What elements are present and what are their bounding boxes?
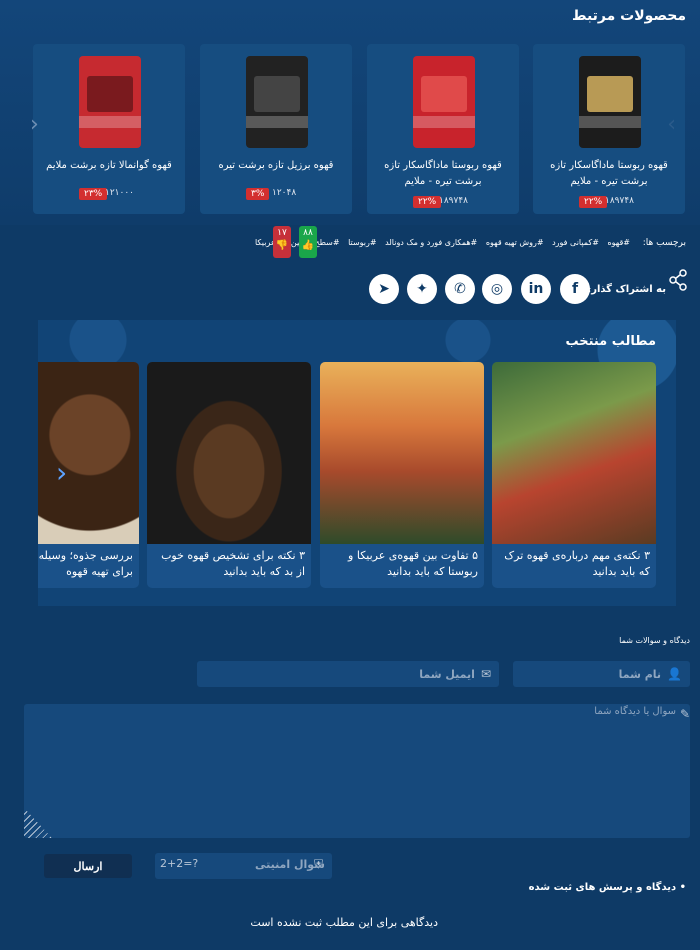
- envelope-icon: ✉: [480, 667, 491, 681]
- post-image[interactable]: [492, 362, 656, 544]
- tag-link[interactable]: #ربوستا: [348, 238, 376, 247]
- post-card[interactable]: ۳ نکته برای تشخیص قهوه خوب از بد که باید…: [147, 362, 311, 588]
- discount-badge: ۲۲%: [579, 196, 608, 208]
- tag-link[interactable]: #کمپانی فورد: [552, 238, 599, 247]
- related-products-title: محصولات مرتبط: [571, 8, 686, 24]
- comments-form-heading: دیدگاه و سوالات شما: [619, 636, 690, 645]
- product-card[interactable]: قهوه گوانمالا تازه برشت ملایم ۲۳% ۱۲۱۰۰۰: [33, 44, 185, 214]
- product-name[interactable]: قهوه برزیل تازه برشت تیره: [206, 158, 346, 174]
- product-card[interactable]: قهوه برزیل تازه برشت تیره ۳% ۱۲۰۴۸: [200, 44, 352, 214]
- share-label: به اشتراک گذاری:: [578, 284, 666, 295]
- product-price: ۱۸۹۷۴۸: [605, 196, 635, 206]
- chevron-left-icon[interactable]: ‹: [56, 456, 67, 489]
- post-image[interactable]: [38, 362, 139, 544]
- post-title[interactable]: ۳ نکته‌ی مهم درباره‌ی قهوه ترک که باید ب…: [496, 548, 650, 580]
- post-image[interactable]: [320, 362, 484, 544]
- comments-list-title: • دیدگاه و پرسش های ثبت شده: [528, 882, 686, 893]
- post-title[interactable]: بررسی جذوه؛ وسیله‌ای کلاسیک برای تهیه قه…: [38, 548, 133, 580]
- post-card[interactable]: بررسی جذوه؛ وسیله‌ای کلاسیک برای تهیه قه…: [38, 362, 139, 588]
- instagram-icon[interactable]: ◎: [482, 274, 512, 304]
- thumbs-up-icon: 👍: [301, 240, 315, 251]
- product-image[interactable]: [79, 56, 141, 148]
- whatsapp-icon[interactable]: ✆: [445, 274, 475, 304]
- tags-label: برچسب ها:: [642, 238, 686, 248]
- product-price: ۱۸۹۷۴۸: [439, 196, 469, 206]
- post-image[interactable]: [147, 362, 311, 544]
- product-image[interactable]: [579, 56, 641, 148]
- message-placeholder: سوال یا دیدگاه شما: [594, 706, 676, 717]
- like-button[interactable]: ۸۸ 👍: [299, 226, 317, 258]
- like-count: ۸۸: [303, 228, 313, 238]
- product-image[interactable]: [246, 56, 308, 148]
- tag-link[interactable]: #قهوه: [607, 238, 630, 247]
- featured-posts-section: مطالب منتخب ۳ نکته‌ی مهم درباره‌ی قهوه ت…: [38, 320, 676, 606]
- linkedin-icon[interactable]: in: [521, 274, 551, 304]
- edit-icon: ✎: [679, 707, 690, 721]
- post-title[interactable]: ۳ نکته برای تشخیص قهوه خوب از بد که باید…: [151, 548, 305, 580]
- captcha-label: سوال امنیتی: [254, 858, 325, 871]
- telegram-icon[interactable]: ➤: [369, 274, 399, 304]
- product-name[interactable]: قهوه ربوستا ماداگاسکار تازه برشت تیره - …: [373, 158, 513, 190]
- thumbs-down-icon: 👎: [275, 240, 289, 251]
- post-card[interactable]: ۳ نکته‌ی مهم درباره‌ی قهوه ترک که باید ب…: [492, 362, 656, 588]
- featured-posts-title: مطالب منتخب: [565, 334, 656, 349]
- dislike-count: ۱۷: [277, 228, 287, 238]
- product-price: ۱۲۰۴۸: [272, 188, 297, 198]
- product-name[interactable]: قهوه گوانمالا تازه برشت ملایم: [39, 158, 179, 174]
- chevron-left-icon[interactable]: ‹: [30, 112, 39, 137]
- name-placeholder: نام شما: [618, 667, 662, 681]
- submit-button[interactable]: ارسال: [44, 854, 132, 878]
- discount-badge: ۲۳%: [79, 188, 108, 200]
- product-card[interactable]: قهوه ربوستا ماداگاسکار تازه برشت تیره - …: [533, 44, 685, 214]
- share-icon[interactable]: [668, 268, 688, 292]
- email-input[interactable]: ✉ ایمیل شما: [197, 661, 499, 687]
- dislike-button[interactable]: ۱۷ 👎: [273, 226, 291, 258]
- user-icon: 👤: [667, 667, 682, 681]
- captcha-question: 2+2=?: [160, 857, 199, 870]
- chevron-right-icon[interactable]: ›: [667, 112, 676, 137]
- tag-link[interactable]: #همکاری فورد و مک دونالد: [385, 238, 477, 247]
- tag-link[interactable]: #روش تهیه قهوه: [486, 238, 544, 247]
- product-name[interactable]: قهوه ربوستا ماداگاسکار تازه برشت تیره - …: [539, 158, 679, 190]
- post-title[interactable]: ۵ تفاوت بین قهوه‌ی عربیکا و ربوستا که با…: [324, 548, 478, 580]
- post-card[interactable]: ۵ تفاوت بین قهوه‌ی عربیکا و ربوستا که با…: [320, 362, 484, 588]
- discount-badge: ۲۲%: [413, 196, 442, 208]
- product-card[interactable]: قهوه ربوستا ماداگاسکار تازه برشت تیره - …: [367, 44, 519, 214]
- discount-badge: ۳%: [246, 188, 270, 200]
- product-image[interactable]: [413, 56, 475, 148]
- twitter-icon[interactable]: ✦: [407, 274, 437, 304]
- name-input[interactable]: 👤 نام شما: [513, 661, 690, 687]
- product-price: ۱۲۱۰۰۰: [105, 188, 135, 198]
- email-placeholder: ایمیل شما: [419, 667, 475, 681]
- message-textarea[interactable]: [24, 704, 690, 838]
- no-comments-message: دیدگاهی برای این مطلب ثبت نشده است: [250, 916, 438, 929]
- facebook-icon[interactable]: f: [560, 274, 590, 304]
